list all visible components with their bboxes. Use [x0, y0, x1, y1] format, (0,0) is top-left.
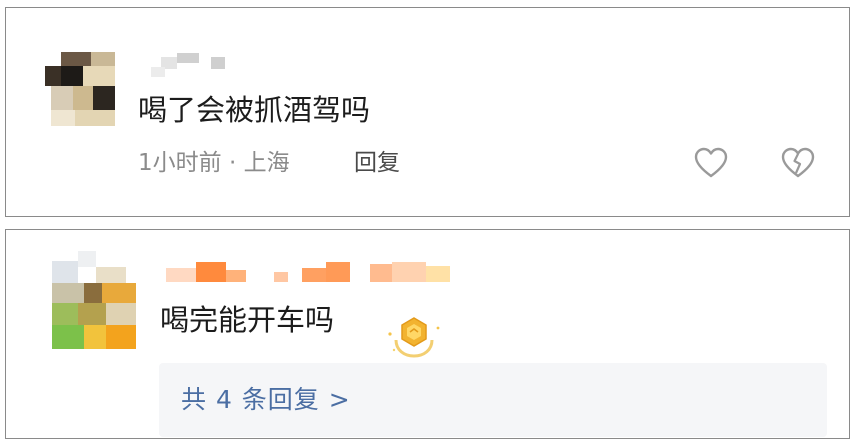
- heart-icon[interactable]: [694, 147, 728, 179]
- avatar[interactable]: [41, 44, 131, 134]
- comment-card: 喝完能开车吗 共 4 条回复 >: [5, 229, 850, 439]
- comment-text: 喝完能开车吗: [160, 303, 335, 337]
- reply-count-label: 共 4 条回复 >: [181, 385, 351, 414]
- reply-button[interactable]: 回复: [354, 148, 400, 178]
- avatar[interactable]: [46, 247, 142, 357]
- comment-card: 喝了会被抓酒驾吗 1小时前 · 上海 回复: [5, 7, 850, 217]
- comment-meta: 1小时前 · 上海: [138, 150, 290, 176]
- comment-text: 喝了会被抓酒驾吗: [138, 93, 371, 127]
- username[interactable]: [166, 260, 466, 286]
- view-replies-button[interactable]: 共 4 条回复 >: [159, 363, 827, 437]
- username[interactable]: [151, 53, 231, 78]
- broken-heart-icon[interactable]: [781, 147, 815, 179]
- crown-badge-icon: [384, 314, 444, 362]
